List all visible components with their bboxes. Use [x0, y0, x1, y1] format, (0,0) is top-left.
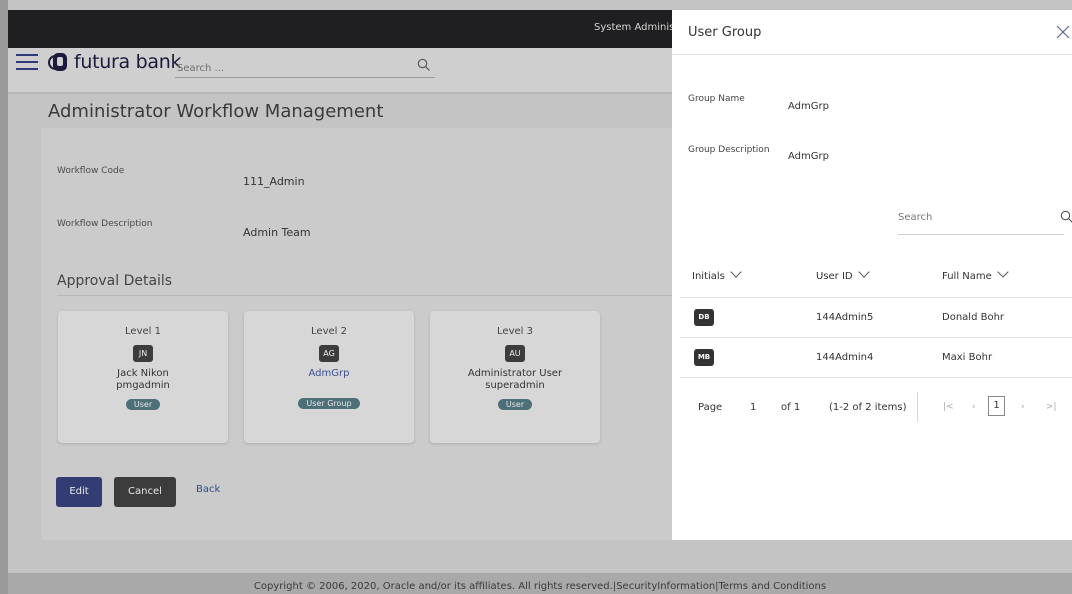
approver-name: Jack Nikon	[117, 368, 169, 379]
column-header-label: User ID	[816, 271, 853, 282]
page-title: Administrator Workflow Management	[48, 101, 384, 122]
initials-avatar: AU	[505, 345, 525, 362]
column-header-user-id[interactable]: User ID	[816, 266, 870, 282]
approver-type-badge: User Group	[298, 398, 360, 409]
level-card: Level 1 JN Jack Nikon pmgadmin User	[58, 311, 228, 443]
level-card: Level 2 AG AdmGrp User Group	[244, 311, 414, 443]
column-header-initials[interactable]: Initials	[692, 266, 742, 282]
global-search	[175, 56, 435, 79]
panel-title: User Group	[688, 25, 762, 40]
page-label: Page	[698, 402, 723, 413]
group-name-label: Group Name	[688, 94, 745, 104]
initials-avatar: AG	[319, 345, 339, 362]
workflow-code-label: Workflow Code	[57, 166, 125, 176]
first-page-icon[interactable]: |<	[943, 402, 954, 412]
user-id-cell: 144Admin4	[816, 352, 874, 363]
full-name-cell: Maxi Bohr	[942, 352, 993, 363]
edit-button[interactable]: Edit	[56, 477, 102, 507]
approver-name: Administrator User	[467, 368, 563, 379]
back-link[interactable]: Back	[196, 484, 220, 495]
logo-mark-icon	[48, 52, 68, 72]
table-row: DB 144Admin5 Donald Bohr	[680, 298, 1072, 338]
level-label: Level 2	[311, 326, 347, 337]
column-header-label: Full Name	[942, 271, 992, 282]
next-page-icon[interactable]: ›	[1021, 402, 1025, 412]
current-page-button[interactable]: 1	[988, 396, 1005, 416]
approver-type-badge: User	[497, 399, 533, 410]
footer-text: Copyright © 2006, 2020, Oracle and/or it…	[253, 581, 827, 592]
last-page-icon[interactable]: >|	[1046, 402, 1057, 412]
user-group-link[interactable]: AdmGrp	[244, 368, 414, 380]
group-description-value: AdmGrp	[788, 151, 829, 162]
hamburger-menu-icon[interactable]	[16, 54, 38, 72]
initials-avatar: MB	[694, 349, 714, 366]
approver-username: superadmin	[485, 380, 545, 391]
cancel-button[interactable]: Cancel	[114, 477, 176, 507]
chevron-down-icon	[730, 266, 742, 278]
bank-logo[interactable]: futura bank	[48, 51, 181, 73]
column-header-label: Initials	[692, 271, 725, 282]
search-icon[interactable]	[1060, 210, 1072, 224]
page-total: of 1	[781, 402, 801, 413]
search-icon[interactable]	[417, 58, 431, 72]
pagination-divider	[917, 392, 918, 422]
initials-avatar: JN	[133, 345, 153, 362]
approver-type-badge: User	[125, 399, 161, 410]
user-id-cell: 144Admin5	[816, 312, 874, 323]
chevron-down-icon	[997, 266, 1009, 278]
footer: Copyright © 2006, 2020, Oracle and/or it…	[8, 573, 1072, 594]
chevron-down-icon	[857, 266, 870, 278]
approval-details-title: Approval Details	[57, 273, 173, 289]
approver-username: pmgadmin	[116, 380, 170, 391]
page-number[interactable]: 1	[750, 402, 756, 413]
panel-header: User Group	[672, 10, 1072, 55]
member-search	[898, 205, 1072, 235]
close-icon[interactable]	[1055, 24, 1071, 40]
workflow-code-value: 111_Admin	[243, 175, 305, 188]
level-label: Level 3	[497, 326, 533, 337]
level-label: Level 1	[125, 326, 161, 337]
table-row: MB 144Admin4 Maxi Bohr	[680, 338, 1072, 378]
previous-page-icon[interactable]: ‹	[972, 402, 976, 412]
group-description-label: Group Description	[688, 145, 770, 155]
pagination: Page 1 of 1 (1-2 of 2 items) |< ‹ 1 › >|	[672, 390, 1072, 430]
section-divider	[57, 295, 677, 296]
logo-text: futura bank	[74, 51, 182, 73]
full-name-cell: Donald Bohr	[942, 312, 1005, 323]
level-card: Level 3 AU Administrator User superadmin…	[430, 311, 600, 443]
column-header-full-name[interactable]: Full Name	[942, 266, 1009, 282]
workflow-description-value: Admin Team	[243, 226, 311, 239]
global-search-input[interactable]	[175, 58, 405, 79]
initials-avatar: DB	[694, 309, 714, 326]
workflow-description-label: Workflow Description	[57, 219, 153, 229]
user-role-label[interactable]: System Administ	[594, 22, 678, 33]
group-name-value: AdmGrp	[788, 101, 829, 112]
member-search-input[interactable]	[898, 205, 1048, 230]
table-header: Initials User ID Full Name	[680, 260, 1072, 298]
user-group-panel: User Group Group Name AdmGrp Group Descr…	[672, 10, 1072, 540]
item-range: (1-2 of 2 items)	[829, 402, 907, 413]
